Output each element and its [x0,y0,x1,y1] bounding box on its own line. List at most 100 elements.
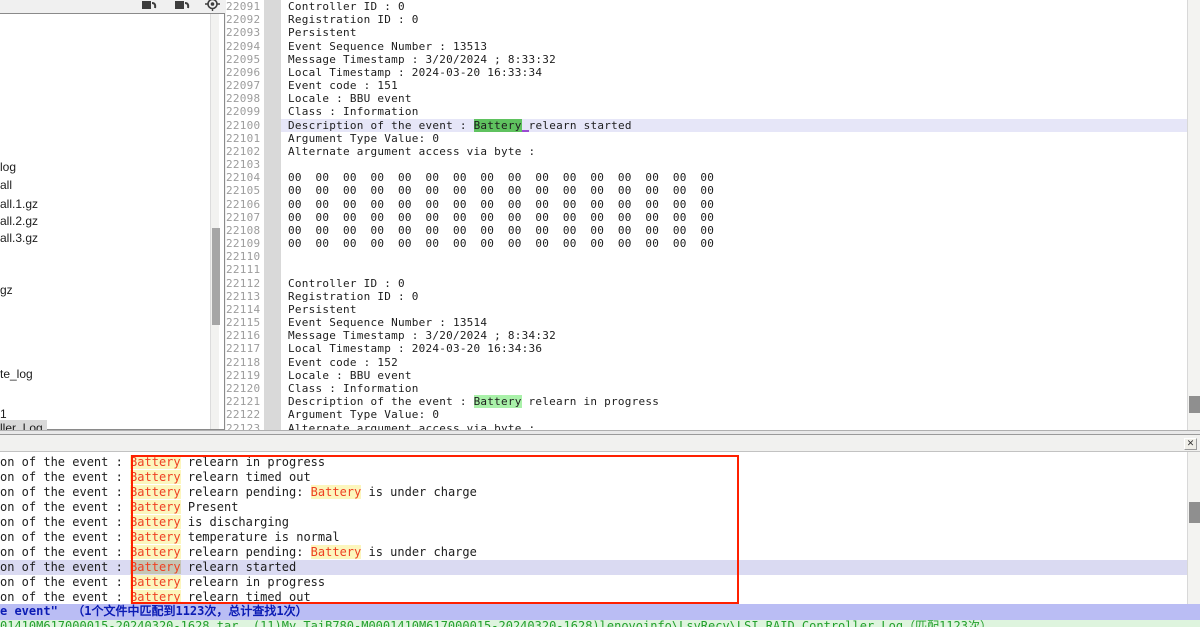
editor-line[interactable]: 22098Locale : BBU event [226,92,1187,105]
sidebar-scrollbar-thumb[interactable] [212,228,220,325]
editor-line-text[interactable]: Alternate argument access via byte : [281,422,1187,431]
bookmark-margin [264,303,281,316]
editor-line[interactable]: 22115Event Sequence Number : 13514 [226,316,1187,329]
editor-line-text[interactable]: Locale : BBU event [281,369,1187,382]
editor-line[interactable]: 22120Class : Information [226,382,1187,395]
results-scrollbar-thumb[interactable] [1189,502,1200,523]
results-scrollbar[interactable] [1187,452,1200,604]
editor-line-text[interactable]: Registration ID : 0 [281,290,1187,303]
editor-line[interactable]: 22121Description of the event : Battery … [226,395,1187,408]
find-result-row[interactable]: on of the event : Battery relearn in pro… [0,575,1187,590]
file-list-item[interactable]: all [0,177,16,192]
log-editor[interactable]: 22091Controller ID : 022092Registration … [226,0,1187,430]
find-result-row[interactable]: on of the event : Battery temperature is… [0,530,1187,545]
editor-line[interactable]: 22091Controller ID : 0 [226,0,1187,13]
editor-line[interactable]: 22094Event Sequence Number : 13513 [226,40,1187,53]
editor-line[interactable]: 22118Event code : 152 [226,356,1187,369]
editor-line-text[interactable]: Class : Information [281,382,1187,395]
editor-line[interactable]: 2210700 00 00 00 00 00 00 00 00 00 00 00… [226,211,1187,224]
bookmark-margin [264,40,281,53]
editor-line-text[interactable]: Argument Type Value: 0 [281,408,1187,421]
editor-line-text[interactable]: Locale : BBU event [281,92,1187,105]
editor-line[interactable]: 22117Local Timestamp : 2024-03-20 16:34:… [226,342,1187,355]
editor-line-text[interactable]: 00 00 00 00 00 00 00 00 00 00 00 00 00 0… [281,198,1187,211]
editor-line-text[interactable]: Local Timestamp : 2024-03-20 16:33:34 [281,66,1187,79]
editor-line[interactable]: 22122Argument Type Value: 0 [226,408,1187,421]
editor-line-text[interactable]: 00 00 00 00 00 00 00 00 00 00 00 00 00 0… [281,237,1187,250]
editor-line[interactable]: 22123Alternate argument access via byte … [226,422,1187,431]
editor-line[interactable]: 22111 [226,263,1187,276]
editor-line[interactable]: 22114Persistent [226,303,1187,316]
editor-line-text[interactable] [281,158,1187,171]
editor-line[interactable]: 22119Locale : BBU event [226,369,1187,382]
editor-line-text[interactable]: Event Sequence Number : 13514 [281,316,1187,329]
editor-line-text[interactable]: Message Timestamp : 3/20/2024 ; 8:34:32 [281,329,1187,342]
find-result-row[interactable]: on of the event : Battery is discharging [0,515,1187,530]
editor-line[interactable]: 22093Persistent [226,26,1187,39]
editor-line-text[interactable]: Event code : 151 [281,79,1187,92]
file-list-item[interactable]: all.2.gz [0,213,42,228]
close-icon[interactable]: ✕ [1184,438,1197,450]
search-summary-line[interactable]: e event" （1个文件中匹配到1123次，总计查找1次） [0,604,1200,620]
editor-line-text[interactable]: Controller ID : 0 [281,0,1187,13]
file-list-item[interactable]: all.1.gz [0,196,42,211]
editor-line-text[interactable]: Message Timestamp : 3/20/2024 ; 8:33:32 [281,53,1187,66]
editor-line-text[interactable]: Description of the event : Battery relea… [281,395,1187,408]
editor-line-text[interactable]: 00 00 00 00 00 00 00 00 00 00 00 00 00 0… [281,211,1187,224]
file-list-item[interactable]: log [0,159,20,174]
search-file-line[interactable]: 01410M617000015-20240320-1628.tar (11)My… [0,620,1200,627]
editor-line[interactable]: 22100Description of the event : Battery … [226,119,1187,132]
editor-line-text[interactable]: Alternate argument access via byte : [281,145,1187,158]
file-list-item[interactable]: gz [0,282,17,297]
editor-line[interactable]: 22092Registration ID : 0 [226,13,1187,26]
editor-line-text[interactable]: Local Timestamp : 2024-03-20 16:34:36 [281,342,1187,355]
file-monitor-icon-2[interactable] [172,0,192,12]
sidebar-scrollbar[interactable] [210,14,219,429]
editor-line-text[interactable]: Event Sequence Number : 13513 [281,40,1187,53]
editor-line-text[interactable] [281,263,1187,276]
editor-line[interactable]: 22097Event code : 151 [226,79,1187,92]
editor-line-text[interactable]: 00 00 00 00 00 00 00 00 00 00 00 00 00 0… [281,184,1187,197]
line-number: 22110 [226,250,264,263]
editor-line[interactable]: 22110 [226,250,1187,263]
find-result-row[interactable]: on of the event : Battery relearn pendin… [0,485,1187,500]
find-result-row[interactable]: on of the event : Battery relearn timed … [0,590,1187,604]
editor-line[interactable]: 22112Controller ID : 0 [226,277,1187,290]
editor-line-text[interactable]: Persistent [281,26,1187,39]
editor-line[interactable]: 2210900 00 00 00 00 00 00 00 00 00 00 00… [226,237,1187,250]
editor-scrollbar[interactable] [1187,0,1200,430]
editor-line[interactable]: 22096Local Timestamp : 2024-03-20 16:33:… [226,66,1187,79]
editor-line[interactable]: 22103 [226,158,1187,171]
editor-line-text[interactable]: 00 00 00 00 00 00 00 00 00 00 00 00 00 0… [281,224,1187,237]
editor-line-text[interactable]: Controller ID : 0 [281,277,1187,290]
find-result-row[interactable]: on of the event : Battery relearn timed … [0,470,1187,485]
editor-line[interactable]: 2210500 00 00 00 00 00 00 00 00 00 00 00… [226,184,1187,197]
editor-line-text[interactable] [281,250,1187,263]
editor-line[interactable]: 22116Message Timestamp : 3/20/2024 ; 8:3… [226,329,1187,342]
editor-line-text[interactable]: Persistent [281,303,1187,316]
editor-line[interactable]: 2210800 00 00 00 00 00 00 00 00 00 00 00… [226,224,1187,237]
editor-line[interactable]: 22102Alternate argument access via byte … [226,145,1187,158]
editor-line[interactable]: 22113Registration ID : 0 [226,290,1187,303]
find-result-row[interactable]: on of the event : Battery Present [0,500,1187,515]
editor-line[interactable]: 22099Class : Information [226,105,1187,118]
file-list-item[interactable]: te_log [0,366,37,381]
editor-line-text[interactable]: Event code : 152 [281,356,1187,369]
editor-line-text[interactable]: Registration ID : 0 [281,13,1187,26]
editor-line[interactable]: 2210400 00 00 00 00 00 00 00 00 00 00 00… [226,171,1187,184]
file-list-item[interactable]: all.3.gz [0,230,42,245]
file-list-item[interactable]: 1 [0,406,11,421]
find-result-row[interactable]: on of the event : Battery relearn starte… [0,560,1187,575]
find-result-row[interactable]: on of the event : Battery relearn pendin… [0,545,1187,560]
editor-line[interactable]: 2210600 00 00 00 00 00 00 00 00 00 00 00… [226,198,1187,211]
editor-line-text[interactable]: Description of the event : Battery relea… [281,119,1187,132]
editor-line-text[interactable]: Class : Information [281,105,1187,118]
editor-line-text[interactable]: Argument Type Value: 0 [281,132,1187,145]
editor-line[interactable]: 22095Message Timestamp : 3/20/2024 ; 8:3… [226,53,1187,66]
editor-line-text[interactable]: 00 00 00 00 00 00 00 00 00 00 00 00 00 0… [281,171,1187,184]
editor-scrollbar-thumb[interactable] [1189,396,1200,413]
editor-line[interactable]: 22101Argument Type Value: 0 [226,132,1187,145]
find-result-row[interactable]: on of the event : Battery relearn in pro… [0,455,1187,470]
locate-current-file-icon[interactable] [202,0,222,12]
file-monitor-icon[interactable] [139,0,159,12]
